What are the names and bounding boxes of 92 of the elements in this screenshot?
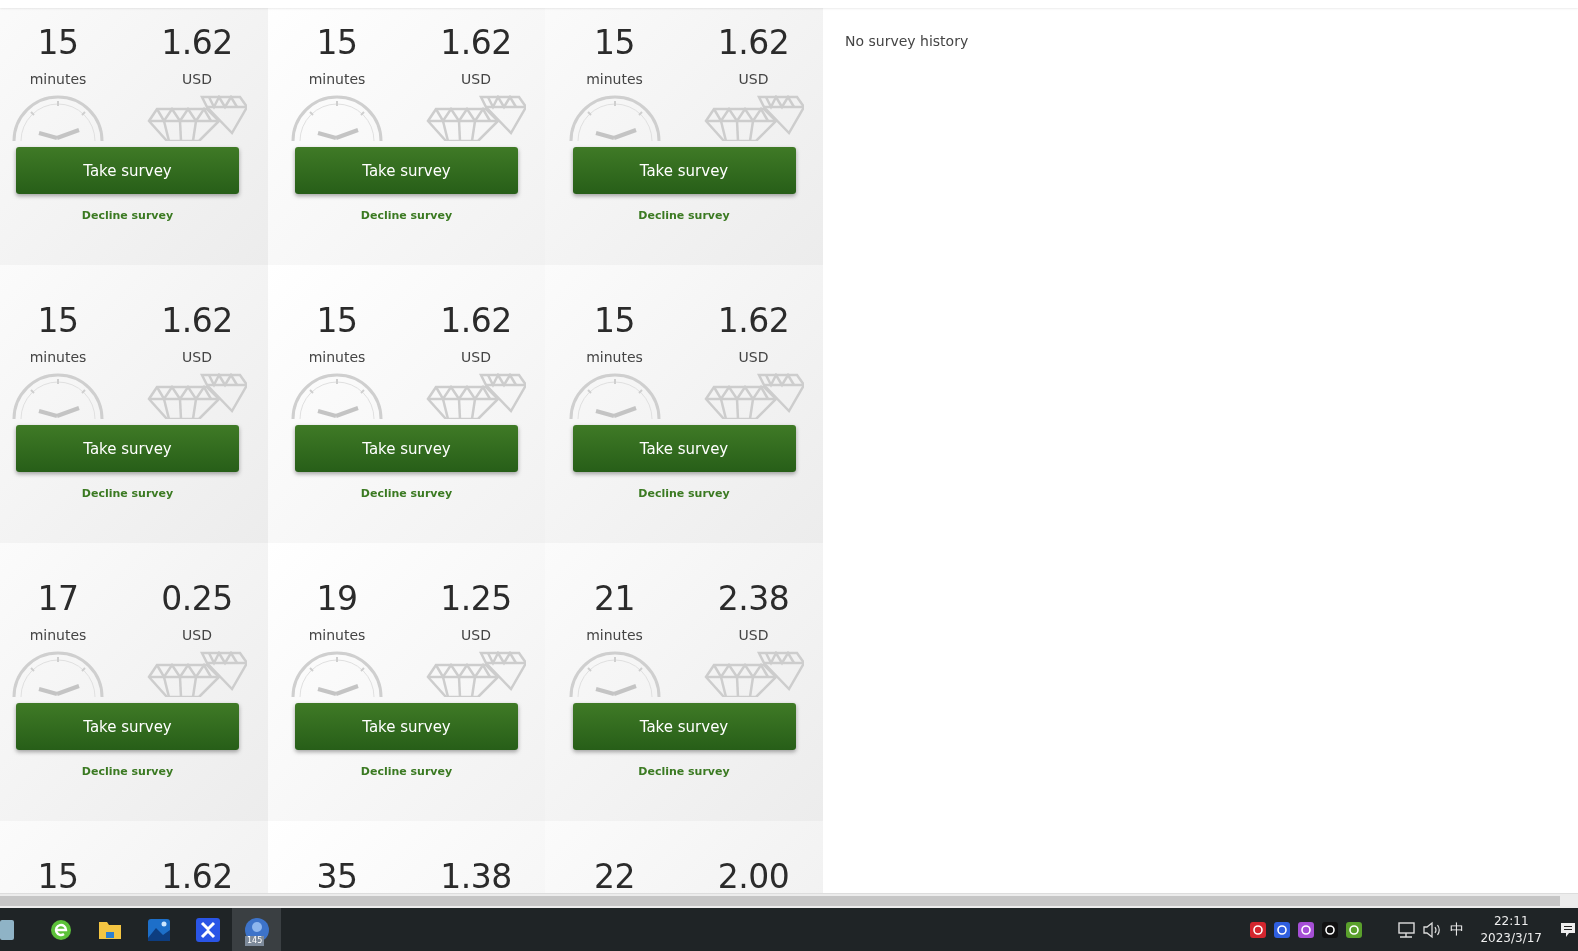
speaker-icon[interactable] (1422, 920, 1443, 939)
reward-value: 1.25 (440, 581, 512, 617)
diamonds-icon (703, 373, 804, 419)
reward-value: 1.62 (717, 303, 790, 339)
empty-history-text: No survey history (845, 33, 970, 49)
minutes-value: 15 (316, 303, 358, 339)
minutes-value: 15 (37, 303, 79, 339)
decline-survey-link[interactable]: Decline survey (16, 209, 239, 223)
minutes-value: 15 (594, 303, 635, 339)
currency-label: USD (461, 626, 491, 645)
clock-icon (567, 651, 662, 697)
minutes-label: minutes (308, 70, 366, 89)
reward-value: 2.38 (717, 581, 790, 617)
diamonds-icon (426, 651, 526, 697)
minutes-label: minutes (29, 348, 87, 367)
minutes-label: minutes (308, 626, 366, 645)
diamonds-icon (147, 651, 247, 697)
input-method-indicator[interactable]: 中 (1450, 920, 1465, 939)
currency-label: USD (182, 626, 212, 645)
notifications-icon[interactable] (1560, 921, 1576, 938)
decline-survey-link[interactable]: Decline survey (295, 209, 518, 223)
network-icon[interactable] (1396, 920, 1417, 939)
clock-icon (567, 95, 662, 141)
tray-app-icon[interactable] (1250, 921, 1267, 938)
clock-icon (290, 373, 384, 419)
reward-value: 0.25 (161, 581, 233, 617)
reward-value: 1.62 (440, 303, 512, 339)
minutes-value: 22 (594, 859, 635, 893)
tray-app-icon[interactable] (1298, 921, 1315, 938)
minutes-label: minutes (29, 70, 87, 89)
reward-value: 1.38 (440, 859, 512, 893)
reward-value: 1.62 (161, 25, 233, 61)
app-badge: 145 (245, 936, 265, 946)
diamonds-icon (703, 95, 804, 141)
take-survey-button[interactable]: Take survey (16, 425, 239, 472)
currency-label: USD (461, 348, 491, 367)
diamonds-icon (426, 373, 526, 419)
reward-value: 2.00 (717, 859, 790, 893)
decline-survey-link[interactable]: Decline survey (572, 209, 796, 223)
take-survey-button[interactable]: Take survey (16, 703, 239, 750)
take-survey-button[interactable]: Take survey (295, 703, 518, 750)
minutes-value: 15 (37, 25, 79, 61)
clock-icon (290, 651, 384, 697)
currency-label: USD (182, 70, 212, 89)
clock-icon (11, 651, 105, 697)
diamonds-icon (703, 651, 804, 697)
minutes-value: 21 (594, 581, 635, 617)
clock-icon (567, 373, 662, 419)
decline-survey-link[interactable]: Decline survey (16, 487, 239, 501)
take-survey-button[interactable]: Take survey (572, 147, 796, 194)
taskbar-clock[interactable]: 22:11 2023/3/17 (1480, 912, 1542, 947)
currency-label: USD (738, 348, 769, 367)
reward-value: 1.62 (717, 25, 790, 61)
minutes-label: minutes (29, 626, 87, 645)
reward-value: 1.62 (161, 303, 233, 339)
minutes-label: minutes (586, 70, 643, 89)
currency-label: USD (461, 70, 491, 89)
minutes-value: 15 (37, 859, 79, 893)
diamonds-icon (426, 95, 526, 141)
taskbar-app-button[interactable]: 145 (232, 908, 281, 951)
decline-survey-link[interactable]: Decline survey (16, 765, 239, 779)
decline-survey-link[interactable]: Decline survey (572, 487, 796, 501)
currency-label: USD (738, 626, 769, 645)
minutes-label: minutes (586, 626, 643, 645)
decline-survey-link[interactable]: Decline survey (295, 765, 518, 779)
currency-label: USD (738, 70, 769, 89)
reward-value: 1.62 (161, 859, 233, 893)
minutes-value: 19 (316, 581, 358, 617)
reward-value: 1.62 (440, 25, 512, 61)
minutes-value: 15 (594, 25, 635, 61)
minutes-label: minutes (308, 348, 366, 367)
minutes-value: 17 (37, 581, 79, 617)
tray-app-icon[interactable] (1274, 921, 1291, 938)
tray-app-icon[interactable] (1346, 921, 1363, 938)
currency-label: USD (182, 348, 212, 367)
take-survey-button[interactable]: Take survey (572, 703, 796, 750)
take-survey-button[interactable]: Take survey (572, 425, 796, 472)
minutes-value: 35 (316, 859, 358, 893)
clock-icon (11, 95, 105, 141)
decline-survey-link[interactable]: Decline survey (572, 765, 796, 779)
decline-survey-link[interactable]: Decline survey (295, 487, 518, 501)
clock-icon (11, 373, 105, 419)
minutes-label: minutes (586, 348, 643, 367)
clock-icon (290, 95, 384, 141)
diamonds-icon (147, 95, 247, 141)
take-survey-button[interactable]: Take survey (295, 425, 518, 472)
tray-app-icon[interactable] (1322, 921, 1339, 938)
diamonds-icon (147, 373, 247, 419)
minutes-value: 15 (316, 25, 358, 61)
take-survey-button[interactable]: Take survey (295, 147, 518, 194)
horizontal-scrollbar[interactable] (0, 893, 1578, 908)
take-survey-button[interactable]: Take survey (16, 147, 239, 194)
